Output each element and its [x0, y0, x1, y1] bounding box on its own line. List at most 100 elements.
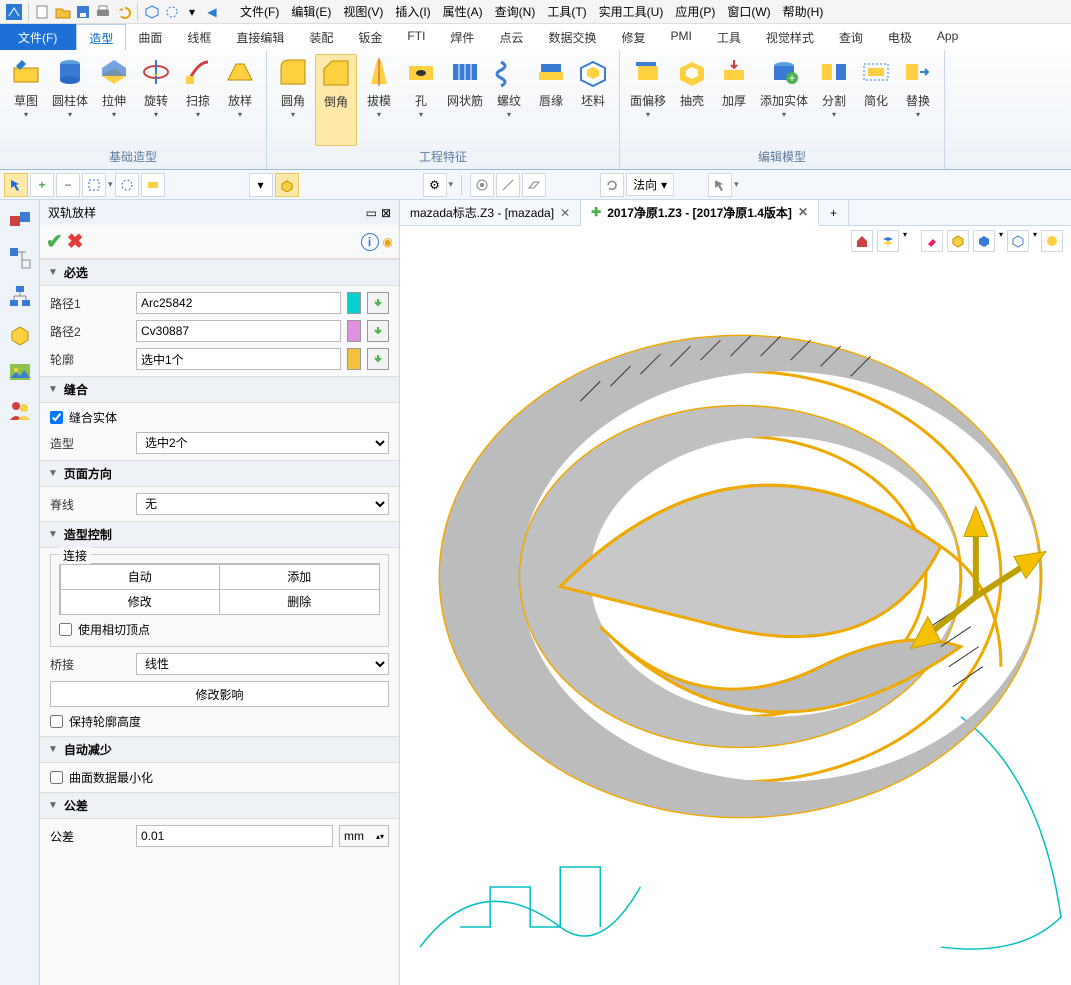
sew-solid-checkbox[interactable]	[50, 411, 63, 424]
tangent-checkbox[interactable]	[59, 623, 72, 636]
btn-add[interactable]: 添加	[219, 564, 380, 590]
ribbon-tab-directedit[interactable]: 直接编辑	[224, 24, 297, 50]
ribbon-draft[interactable]: 拔模▾	[359, 54, 399, 146]
cancel-button[interactable]: ✖	[67, 229, 84, 254]
ribbon-extrude[interactable]: 拉伸▾	[94, 54, 134, 146]
ribbon-thicken[interactable]: 加厚	[714, 54, 754, 146]
ribbon-sketch[interactable]: 草图▾	[6, 54, 46, 146]
path2-pick-button[interactable]	[367, 320, 389, 342]
path2-input[interactable]	[136, 320, 341, 342]
ribbon-tab-weld[interactable]: 焊件	[438, 24, 487, 50]
ribbon-tab-pmi[interactable]: PMI	[658, 24, 704, 50]
spine-select[interactable]: 无	[136, 493, 389, 515]
ribbon-tab-query[interactable]: 查询	[827, 24, 876, 50]
ribbon-tab-dataexch[interactable]: 数据交换	[536, 24, 609, 50]
ribbon-cylinder[interactable]: 圆柱体▾	[48, 54, 92, 146]
btn-auto[interactable]: 自动	[60, 564, 221, 590]
sel-plane-button[interactable]	[522, 173, 546, 197]
doc-tab-1-close[interactable]: ✕	[560, 206, 570, 220]
profile-pick-button[interactable]	[367, 348, 389, 370]
ribbon-tab-tools[interactable]: 工具	[705, 24, 754, 50]
section-autoreduce[interactable]: ▼自动减少	[40, 736, 399, 763]
undo-icon[interactable]	[115, 4, 131, 20]
ribbon-faceoffset[interactable]: 面偏移▾	[626, 54, 670, 146]
menu-edit[interactable]: 编辑(E)	[285, 0, 337, 23]
ribbon-tab-visual[interactable]: 视觉样式	[754, 24, 827, 50]
affect-button[interactable]: 修改影响	[50, 681, 389, 707]
sel-direction-dropdown[interactable]: 法向▾	[626, 173, 674, 196]
ribbon-addbody[interactable]: +添加实体▾	[756, 54, 812, 146]
ribbon-replace[interactable]: 替换▾	[898, 54, 938, 146]
section-sew[interactable]: ▼缝合	[40, 376, 399, 403]
section-tol[interactable]: ▼公差	[40, 792, 399, 819]
ribbon-tab-repair[interactable]: 修复	[609, 24, 658, 50]
doc-tab-1[interactable]: mazada标志.Z3 - [mazada]✕	[400, 200, 581, 225]
lt-hierarchy-icon[interactable]	[6, 282, 34, 310]
section-shapectrl[interactable]: ▼造型控制	[40, 521, 399, 548]
sel-cursor-button[interactable]	[708, 173, 732, 197]
ribbon-tab-pointcloud[interactable]: 点云	[487, 24, 536, 50]
ribbon-hole[interactable]: 孔▾	[401, 54, 441, 146]
sel-target-button[interactable]	[470, 173, 494, 197]
hex-icon[interactable]	[144, 4, 160, 20]
doc-tab-add[interactable]: +	[819, 200, 849, 225]
sel-dropdown-button[interactable]: ▾	[249, 173, 273, 197]
task-close-icon[interactable]: ⊠	[381, 206, 391, 220]
print-icon[interactable]	[95, 4, 111, 20]
confirm-button[interactable]: ✔	[46, 229, 63, 254]
caret-down-icon[interactable]: ▾	[184, 4, 200, 20]
lt-tree-icon[interactable]	[6, 244, 34, 272]
minimize-checkbox[interactable]	[50, 771, 63, 784]
ribbon-tab-surface[interactable]: 曲面	[126, 24, 175, 50]
ribbon-loft[interactable]: 放样▾	[220, 54, 260, 146]
menu-attr[interactable]: 属性(A)	[437, 0, 489, 23]
sel-refresh-button[interactable]	[600, 173, 624, 197]
menu-insert[interactable]: 插入(I)	[389, 0, 436, 23]
info-icon[interactable]: i	[361, 233, 379, 251]
lt-assembly-icon[interactable]	[6, 206, 34, 234]
ribbon-tab-shape[interactable]: 造型	[76, 24, 126, 50]
ribbon-tab-sheetmetal[interactable]: 钣金	[346, 24, 395, 50]
profile-input[interactable]	[136, 348, 341, 370]
sel-filter-button[interactable]	[141, 173, 165, 197]
ribbon-simplify[interactable]: 简化	[856, 54, 896, 146]
sel-gear-button[interactable]: ⚙	[423, 173, 447, 197]
ribbon-tab-assembly[interactable]: 装配	[297, 24, 346, 50]
lt-box-icon[interactable]	[6, 320, 34, 348]
menu-window[interactable]: 窗口(W)	[721, 0, 776, 23]
menu-app[interactable]: 应用(P)	[669, 0, 721, 23]
menu-help[interactable]: 帮助(H)	[777, 0, 830, 23]
task-minimize-icon[interactable]: ▭	[366, 206, 377, 220]
sel-axis-button[interactable]	[496, 173, 520, 197]
sel-box-button[interactable]	[82, 173, 106, 197]
path1-pick-button[interactable]	[367, 292, 389, 314]
path1-input[interactable]	[136, 292, 341, 314]
lt-users-icon[interactable]	[6, 396, 34, 424]
ribbon-chamfer[interactable]: 倒角	[315, 54, 357, 146]
tol-unit[interactable]: mm▴▾	[339, 825, 389, 847]
menu-file[interactable]: 文件(F)	[234, 0, 285, 23]
ribbon-stock[interactable]: 坯料	[573, 54, 613, 146]
lt-image-icon[interactable]	[6, 358, 34, 386]
ribbon-tab-app[interactable]: App	[925, 24, 971, 50]
btn-mod[interactable]: 修改	[60, 589, 221, 615]
tol-input[interactable]	[136, 825, 333, 847]
section-pagedir[interactable]: ▼页面方向	[40, 460, 399, 487]
ribbon-shell[interactable]: 抽壳	[672, 54, 712, 146]
menu-view[interactable]: 视图(V)	[337, 0, 389, 23]
sel-face-button[interactable]	[275, 173, 299, 197]
ribbon-revolve[interactable]: 旋转▾	[136, 54, 176, 146]
btn-del[interactable]: 删除	[219, 589, 380, 615]
sel-arrow-button[interactable]	[4, 173, 28, 197]
sel-minus-button[interactable]: −	[56, 173, 80, 197]
ribbon-sweep[interactable]: 扫掠▾	[178, 54, 218, 146]
ribbon-tab-wireframe[interactable]: 线框	[175, 24, 224, 50]
ribbon-rib[interactable]: 网状筋	[443, 54, 487, 146]
shape-select[interactable]: 选中2个	[136, 432, 389, 454]
flame-icon[interactable]: ◉	[383, 235, 393, 249]
caret-left-icon[interactable]: ◀	[204, 4, 220, 20]
open-icon[interactable]	[55, 4, 71, 20]
section-required[interactable]: ▼必选	[40, 259, 399, 286]
ribbon-split[interactable]: 分割▾	[814, 54, 854, 146]
bridge-select[interactable]: 线性	[136, 653, 389, 675]
